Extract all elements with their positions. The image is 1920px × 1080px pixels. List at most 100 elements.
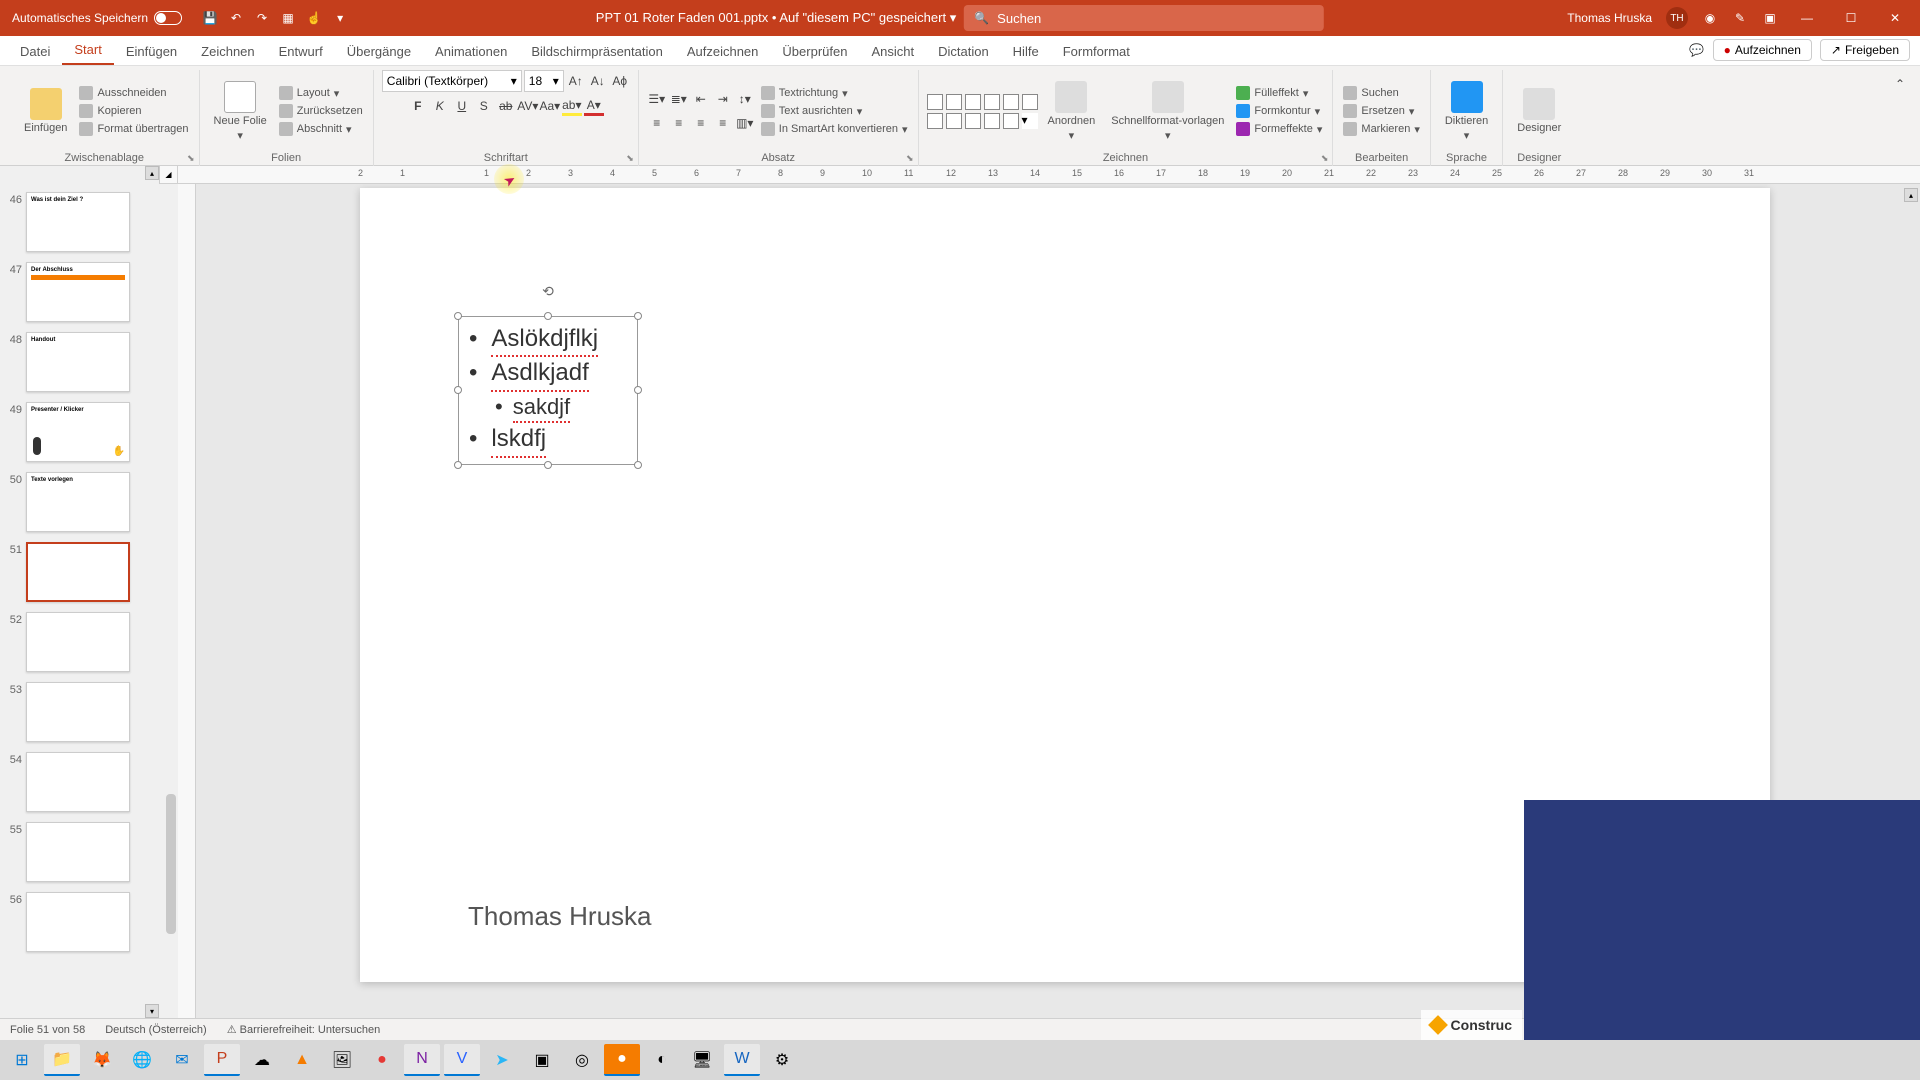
thumbnail[interactable]: 51 bbox=[4, 542, 174, 602]
tab-hilfe[interactable]: Hilfe bbox=[1001, 38, 1051, 65]
reset-button[interactable]: Zurücksetzen bbox=[277, 103, 365, 119]
numbering-button[interactable]: ≣▾ bbox=[669, 89, 689, 109]
tab-animationen[interactable]: Animationen bbox=[423, 38, 519, 65]
resize-handle[interactable] bbox=[634, 312, 642, 320]
touch-icon[interactable]: ☝ bbox=[306, 10, 322, 26]
tab-datei[interactable]: Datei bbox=[8, 38, 62, 65]
maximize-button[interactable]: ☐ bbox=[1836, 0, 1866, 36]
resize-handle[interactable] bbox=[634, 386, 642, 394]
resize-handle[interactable] bbox=[454, 386, 462, 394]
tab-dictation[interactable]: Dictation bbox=[926, 38, 1001, 65]
redo-icon[interactable]: ↷ bbox=[254, 10, 270, 26]
tab-aufzeichnen[interactable]: Aufzeichnen bbox=[675, 38, 771, 65]
tab-start[interactable]: Start bbox=[62, 36, 113, 65]
minimize-button[interactable]: — bbox=[1792, 0, 1822, 36]
bullet-line[interactable]: •sakdjf bbox=[469, 392, 627, 424]
record-button[interactable]: ●Aufzeichnen bbox=[1713, 39, 1812, 61]
app-icon[interactable]: ☁ bbox=[244, 1044, 280, 1076]
italic-button[interactable]: K bbox=[430, 96, 450, 116]
thumbnail[interactable]: 46Was ist dein Ziel ? bbox=[4, 192, 174, 252]
undo-icon[interactable]: ↶ bbox=[228, 10, 244, 26]
spacing-button[interactable]: AV▾ bbox=[518, 96, 538, 116]
filename[interactable]: PPT 01 Roter Faden 001.pptx • Auf "diese… bbox=[596, 10, 956, 26]
window-icon[interactable]: ▣ bbox=[1762, 10, 1778, 26]
explorer-icon[interactable]: 📁 bbox=[44, 1044, 80, 1076]
thumb-slide[interactable] bbox=[26, 542, 130, 602]
app-icon[interactable]: ◎ bbox=[564, 1044, 600, 1076]
thumb-slide[interactable] bbox=[26, 612, 130, 672]
thumbnail[interactable]: 47Der Abschluss bbox=[4, 262, 174, 322]
slide-thumbnails[interactable]: 46Was ist dein Ziel ? 47Der Abschluss 48Ha… bbox=[0, 184, 178, 1018]
launcher-icon[interactable]: ⬊ bbox=[626, 153, 634, 164]
vertical-ruler[interactable] bbox=[178, 184, 196, 1018]
linespacing-button[interactable]: ↕▾ bbox=[735, 89, 755, 109]
resize-handle[interactable] bbox=[544, 461, 552, 469]
case-button[interactable]: Aa▾ bbox=[540, 96, 560, 116]
onenote-icon[interactable]: N bbox=[404, 1044, 440, 1076]
tab-zeichnen[interactable]: Zeichnen bbox=[189, 38, 266, 65]
start-button[interactable]: ⊞ bbox=[4, 1044, 40, 1076]
format-painter-button[interactable]: Format übertragen bbox=[77, 121, 190, 137]
dictate-button[interactable]: Diktieren ▾ bbox=[1439, 77, 1494, 146]
collapse-ribbon-button[interactable]: ⌃ bbox=[1890, 74, 1910, 94]
resize-handle[interactable] bbox=[454, 312, 462, 320]
visio-icon[interactable]: V bbox=[444, 1044, 480, 1076]
thumb-slide[interactable] bbox=[26, 822, 130, 882]
bullet-line[interactable]: •Aslökdjflkj bbox=[469, 323, 627, 357]
comments-icon[interactable]: 💬 bbox=[1689, 42, 1705, 58]
rotate-handle-icon[interactable]: ⟲ bbox=[542, 283, 554, 300]
grow-font-button[interactable]: A↑ bbox=[566, 71, 586, 91]
font-name-select[interactable]: Calibri (Textkörper)▾ bbox=[382, 70, 522, 92]
shrink-font-button[interactable]: A↓ bbox=[588, 71, 608, 91]
thumb-slide[interactable] bbox=[26, 892, 130, 952]
firefox-icon[interactable]: 🦊 bbox=[84, 1044, 120, 1076]
thumb-slide[interactable]: Handout bbox=[26, 332, 130, 392]
thumbnail[interactable]: 50Texte vorlegen bbox=[4, 472, 174, 532]
thumb-slide[interactable] bbox=[26, 682, 130, 742]
align-text-button[interactable]: Text ausrichten ▾ bbox=[759, 103, 910, 119]
layout-button[interactable]: Layout ▾ bbox=[277, 85, 365, 101]
fill-button[interactable]: Fülleffekt ▾ bbox=[1234, 85, 1324, 101]
effects-button[interactable]: Formeffekte ▾ bbox=[1234, 121, 1324, 137]
slide-counter[interactable]: Folie 51 von 58 bbox=[10, 1024, 85, 1036]
save-icon[interactable]: 💾 bbox=[202, 10, 218, 26]
close-button[interactable]: ✕ bbox=[1880, 0, 1910, 36]
shapes-gallery[interactable]: ▾ bbox=[927, 94, 1038, 129]
word-icon[interactable]: W bbox=[724, 1044, 760, 1076]
thumb-slide[interactable]: Texte vorlegen bbox=[26, 472, 130, 532]
avatar[interactable]: TH bbox=[1666, 7, 1688, 29]
vlc-icon[interactable]: ▲ bbox=[284, 1044, 320, 1076]
resize-handle[interactable] bbox=[634, 461, 642, 469]
tab-übergänge[interactable]: Übergänge bbox=[335, 38, 423, 65]
app-icon[interactable]: 🖥 bbox=[684, 1044, 720, 1076]
thumb-scroll-up[interactable]: ▴ bbox=[145, 166, 159, 180]
underline-button[interactable]: U bbox=[452, 96, 472, 116]
horizontal-ruler[interactable]: ➤ 21123456789101112131415161718192021222… bbox=[178, 166, 1920, 184]
launcher-icon[interactable]: ⬊ bbox=[906, 153, 914, 164]
search-box[interactable]: 🔍 bbox=[964, 5, 1324, 31]
designer-button[interactable]: Designer bbox=[1511, 84, 1567, 138]
clear-format-button[interactable]: Aϕ bbox=[610, 71, 630, 91]
thumb-scroll-down[interactable]: ▾ bbox=[145, 1004, 159, 1018]
thumbnail[interactable]: 53 bbox=[4, 682, 174, 742]
thumb-slide[interactable]: Presenter / Klicker✋ bbox=[26, 402, 130, 462]
font-size-select[interactable]: 18▾ bbox=[524, 70, 564, 92]
thumbnail[interactable]: 48Handout bbox=[4, 332, 174, 392]
outdent-button[interactable]: ⇤ bbox=[691, 89, 711, 109]
smartart-button[interactable]: In SmartArt konvertieren ▾ bbox=[759, 121, 910, 137]
copy-button[interactable]: Kopieren bbox=[77, 103, 190, 119]
resize-handle[interactable] bbox=[544, 312, 552, 320]
outline-button[interactable]: Formkontur ▾ bbox=[1234, 103, 1324, 119]
bullet-line[interactable]: •Asdlkjadf bbox=[469, 357, 627, 391]
quickstyles-button[interactable]: Schnellformat-vorlagen ▾ bbox=[1105, 77, 1230, 146]
autosave-toggle[interactable]: Automatisches Speichern bbox=[12, 11, 182, 25]
paste-button[interactable]: Einfügen bbox=[18, 84, 73, 138]
launcher-icon[interactable]: ⬊ bbox=[1321, 153, 1329, 164]
cloud-icon[interactable]: ◉ bbox=[1702, 10, 1718, 26]
select-button[interactable]: Markieren ▾ bbox=[1341, 121, 1421, 137]
username[interactable]: Thomas Hruska bbox=[1567, 11, 1652, 25]
highlight-button[interactable]: ab▾ bbox=[562, 96, 582, 116]
thumb-slide[interactable] bbox=[26, 752, 130, 812]
replace-button[interactable]: Ersetzen ▾ bbox=[1341, 103, 1421, 119]
resize-handle[interactable] bbox=[454, 461, 462, 469]
